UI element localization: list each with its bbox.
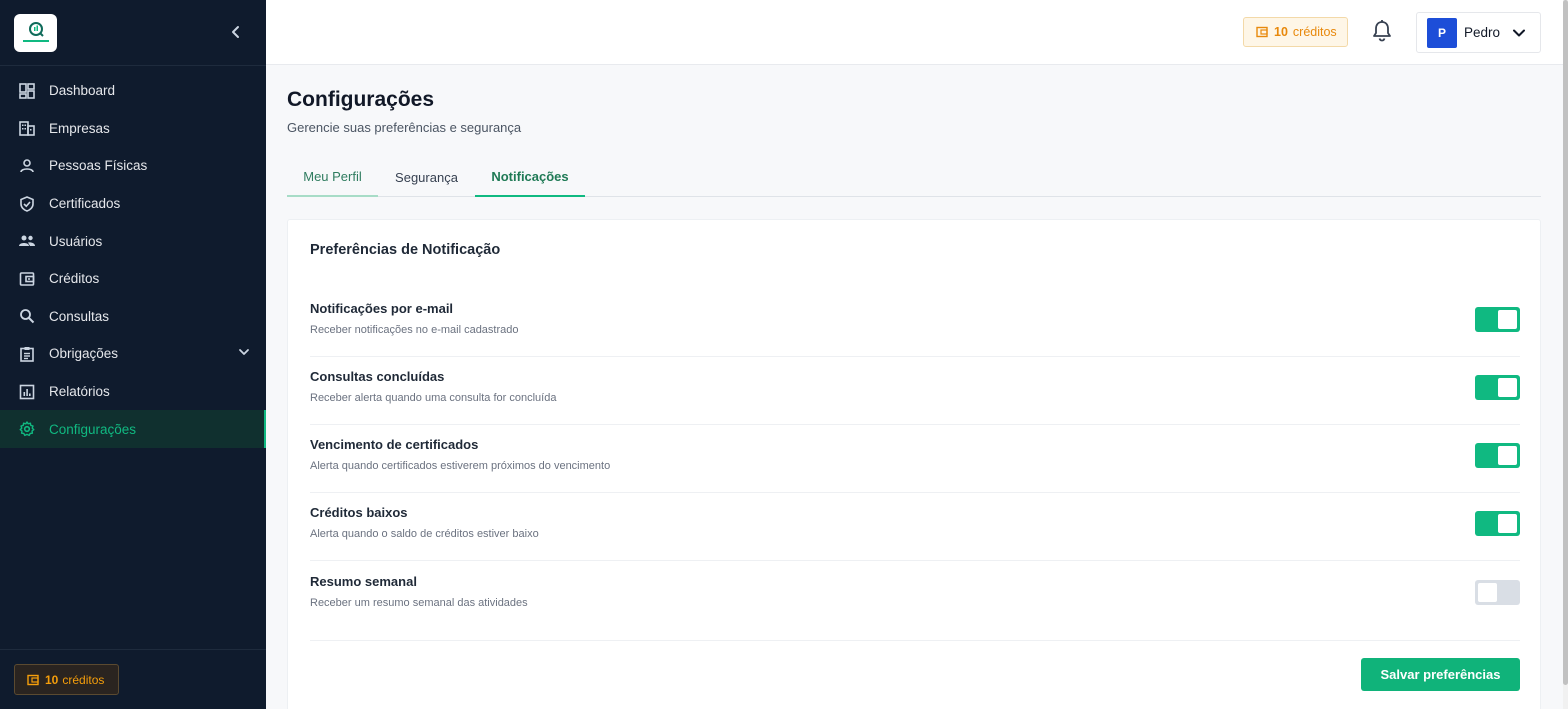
user-name: Pedro [1464, 25, 1501, 40]
bell-icon [1373, 20, 1391, 42]
pref-row-consultas: Consultas concluídas Receber alerta quan… [310, 357, 1520, 425]
wallet-icon [27, 674, 39, 685]
sidebar-nav: Dashboard Empresas Pessoas Físicas Certi… [0, 72, 266, 448]
chevron-left-icon [232, 26, 239, 38]
resumo-semanal-toggle[interactable] [1475, 580, 1520, 605]
page-subtitle: Gerencie suas preferências e segurança [287, 120, 522, 135]
credits-amount: 10 [1274, 25, 1288, 39]
sidebar-item-relatorios[interactable]: Relatórios [0, 373, 266, 411]
sidebar-item-configuracoes[interactable]: Configurações [0, 410, 266, 448]
sidebar-item-obrigacoes[interactable]: Obrigações [0, 335, 266, 373]
pref-description: Receber um resumo semanal das atividades [310, 597, 528, 609]
avatar: P [1427, 17, 1457, 48]
sidebar-item-label: Obrigações [49, 346, 119, 362]
collapse-sidebar-button[interactable] [224, 20, 248, 44]
page-scrollbar[interactable] [1563, 0, 1568, 709]
sidebar-footer: 10 créditos [0, 649, 266, 709]
sidebar-item-label: Relatórios [49, 384, 110, 400]
sidebar-header [0, 0, 266, 66]
gear-icon [18, 420, 36, 438]
pref-title: Notificações por e-mail [310, 301, 454, 316]
pref-row-certificados: Vencimento de certificados Alerta quando… [310, 425, 1520, 493]
pref-description: Receber notificações no e-mail cadastrad… [310, 324, 519, 336]
sidebar-item-usuarios[interactable]: Usuários [0, 222, 266, 260]
pref-row-email: Notificações por e-mail Receber notifica… [310, 289, 1520, 357]
vencimento-certificados-toggle[interactable] [1475, 443, 1520, 468]
pref-row-resumo: Resumo semanal Receber um resumo semanal… [310, 562, 1520, 630]
settings-tabs: Meu Perfil Segurança Notificações [287, 158, 1541, 197]
wallet-icon [1256, 26, 1268, 38]
consultas-concluidas-toggle[interactable] [1475, 375, 1520, 400]
company-logo[interactable] [14, 14, 57, 52]
building-icon [18, 119, 36, 137]
user-menu-button[interactable]: P Pedro [1416, 12, 1541, 53]
pref-title: Consultas concluídas [310, 369, 445, 384]
sidebar-item-label: Consultas [49, 308, 110, 324]
chevron-down-icon[interactable] [238, 346, 250, 358]
sidebar-item-label: Certificados [49, 196, 121, 212]
divider [310, 640, 1520, 641]
shield-check-icon [18, 195, 36, 213]
card-title: Preferências de Notificação [310, 242, 501, 258]
sidebar-item-dashboard[interactable]: Dashboard [0, 72, 266, 110]
wallet-icon [18, 270, 36, 288]
scrollbar-thumb[interactable] [1563, 0, 1568, 685]
sidebar-item-consultas[interactable]: Consultas [0, 298, 266, 336]
save-preferences-button[interactable]: Salvar preferências [1361, 658, 1520, 691]
sidebar: Dashboard Empresas Pessoas Físicas Certi… [0, 0, 266, 709]
dashboard-icon [18, 82, 36, 100]
toggle-knob [1498, 514, 1517, 533]
pref-row-creditos: Créditos baixos Alerta quando o saldo de… [310, 493, 1520, 561]
toggle-knob [1498, 446, 1517, 465]
credits-amount: 10 [45, 672, 59, 687]
sidebar-item-certificados[interactable]: Certificados [0, 185, 266, 223]
toggle-knob [1498, 378, 1517, 397]
credits-label: créditos [62, 672, 105, 687]
pref-title: Vencimento de certificados [310, 437, 479, 452]
notifications-button[interactable] [1371, 19, 1393, 43]
pref-description: Receber alerta quando uma consulta for c… [310, 392, 557, 404]
search-icon [18, 307, 36, 325]
pref-description: Alerta quando o saldo de créditos estive… [310, 528, 539, 540]
credits-label: créditos [1292, 25, 1337, 39]
sidebar-credits-badge[interactable]: 10 créditos [14, 664, 119, 695]
toggle-knob [1478, 583, 1497, 602]
sidebar-item-label: Configurações [49, 421, 137, 437]
header-credits-badge[interactable]: 10 créditos [1243, 17, 1348, 47]
sidebar-item-label: Pessoas Físicas [49, 158, 148, 174]
email-notifications-toggle[interactable] [1475, 307, 1520, 332]
pref-title: Resumo semanal [310, 574, 417, 589]
tab-notificacoes[interactable]: Notificações [475, 158, 585, 197]
chevron-down-icon [1513, 29, 1526, 36]
chart-icon [18, 383, 36, 401]
tab-meu-perfil[interactable]: Meu Perfil [287, 158, 378, 197]
sidebar-item-empresas[interactable]: Empresas [0, 110, 266, 148]
pref-description: Alerta quando certificados estiverem pró… [310, 460, 611, 472]
clipboard-icon [18, 345, 36, 363]
users-icon [18, 232, 36, 250]
notification-preferences-card: Preferências de Notificação Notificações… [287, 219, 1541, 709]
pref-title: Créditos baixos [310, 505, 408, 520]
page-title: Configurações [287, 88, 435, 111]
tab-seguranca[interactable]: Segurança [378, 158, 475, 197]
creditos-baixos-toggle[interactable] [1475, 511, 1520, 536]
sidebar-item-label: Dashboard [49, 83, 116, 99]
sidebar-item-label: Créditos [49, 271, 100, 287]
sidebar-item-label: Usuários [49, 233, 103, 249]
sidebar-item-pessoas-fisicas[interactable]: Pessoas Físicas [0, 147, 266, 185]
person-icon [18, 157, 36, 175]
top-header: 10 créditos P Pedro [266, 0, 1563, 65]
sidebar-item-creditos[interactable]: Créditos [0, 260, 266, 298]
sidebar-item-label: Empresas [49, 120, 110, 136]
toggle-knob [1498, 310, 1517, 329]
